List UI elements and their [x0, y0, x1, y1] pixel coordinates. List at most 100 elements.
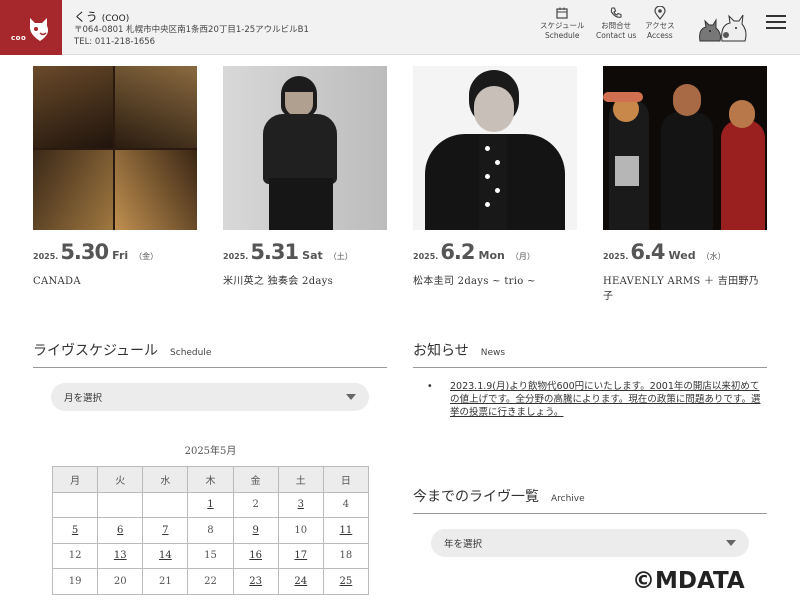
calendar-day: 2 — [232, 491, 279, 518]
event-title[interactable]: HEAVENLY ARMS ＋ 吉田野乃子 — [603, 274, 767, 304]
dropdown-arrow-icon — [346, 394, 356, 400]
calendar-day: 12 — [51, 542, 99, 569]
event-year: 2025. — [223, 252, 249, 261]
calendar-day: 18 — [322, 542, 370, 569]
event-dow-jp: （金） — [134, 252, 159, 261]
calendar-day-link[interactable]: 3 — [277, 491, 324, 518]
nav-contact-jp: お問合せ — [601, 21, 632, 30]
weekday-header: 日 — [322, 466, 370, 493]
phone-icon — [608, 6, 624, 20]
calendar-day-link[interactable]: 14 — [142, 542, 189, 569]
event-photo[interactable] — [33, 66, 197, 230]
event-monthday: 5.30 — [60, 240, 109, 264]
event-title[interactable]: CANADA — [33, 274, 197, 289]
calendar-day-link[interactable]: 17 — [277, 542, 324, 569]
calendar-day-link[interactable]: 25 — [322, 568, 370, 595]
calendar-day-link[interactable]: 16 — [232, 542, 279, 569]
site-logo[interactable]: coo — [0, 0, 62, 55]
news-heading-jp: お知らせ — [413, 343, 469, 359]
archive-heading-jp: 今までのライヴ一覧 — [413, 489, 539, 505]
calendar-day: 10 — [277, 517, 324, 544]
calendar-day-link[interactable]: 13 — [97, 542, 144, 569]
event-date: 2025. 6.4 Wed （水） — [603, 240, 767, 264]
event-dow: Mon — [478, 249, 505, 262]
schedule-heading: ライヴスケジュール Schedule — [33, 340, 387, 368]
calendar-day-link[interactable]: 7 — [142, 517, 189, 544]
site-header: coo くう (COO) 〒064-0801 札幌市中央区南1条西20丁目1-25… — [0, 0, 800, 55]
weekday-header: 月 — [51, 466, 99, 493]
month-select[interactable]: 月を選択 — [51, 383, 369, 411]
calendar-week-row: 19 20 21 22 23 24 25 — [51, 568, 370, 595]
event-photo[interactable] — [603, 66, 767, 230]
calendar-day: 4 — [322, 491, 370, 518]
calendar-caption: 2025年5月 — [184, 446, 237, 457]
event-year: 2025. — [603, 252, 629, 261]
calendar-day-link[interactable]: 11 — [322, 517, 370, 544]
calendar-day-link[interactable]: 23 — [232, 568, 279, 595]
event-card[interactable]: 2025. 5.30 Fri （金） CANADA — [33, 66, 197, 289]
calendar-week-row: 1 2 3 4 — [51, 491, 370, 518]
weekday-header: 木 — [187, 466, 234, 493]
event-dow: Sat — [302, 249, 323, 262]
event-dow-jp: （水） — [701, 252, 726, 261]
calendar-icon — [554, 6, 570, 20]
calendar-week-row: 12 13 14 15 16 17 18 — [51, 542, 370, 569]
event-card[interactable]: 2025. 5.31 Sat （土） 米川英之 独奏会 2days — [223, 66, 387, 289]
nav-schedule[interactable]: スケジュール Schedule — [540, 6, 584, 41]
event-monthday: 6.2 — [440, 240, 475, 264]
shop-address: 〒064-0801 札幌市中央区南1条西20丁目1-25アウルビルB1 — [74, 25, 309, 35]
event-photo[interactable] — [413, 66, 577, 230]
news-heading-en: News — [480, 348, 506, 358]
hamburger-menu-icon[interactable] — [766, 15, 786, 31]
cats-illustration-icon — [699, 14, 747, 42]
month-select-value: 月を選択 — [64, 393, 103, 404]
calendar-day-link[interactable]: 1 — [187, 491, 234, 518]
event-date: 2025. 5.30 Fri （金） — [33, 240, 197, 264]
nav-access-en: Access — [646, 31, 673, 40]
event-dow-jp: （月） — [510, 252, 535, 261]
calendar-header-row: 月 火 水 木 金 土 日 — [51, 466, 370, 493]
shop-address-block: 〒064-0801 札幌市中央区南1条西20丁目1-25アウルビルB1 TEL:… — [74, 24, 309, 48]
nav-contact-en: Contact us — [596, 31, 637, 40]
nav-contact[interactable]: お問合せ Contact us — [596, 6, 636, 41]
news-item-link[interactable]: 2023.1.9(月)より飲物代600円にいたします。2001年の開店以来初めて… — [450, 380, 762, 419]
event-title[interactable]: 松本圭司 2days ~ trio ~ — [413, 274, 577, 289]
event-date: 2025. 5.31 Sat （土） — [223, 240, 387, 264]
schedule-heading-jp: ライヴスケジュール — [33, 343, 159, 359]
event-date: 2025. 6.2 Mon （月） — [413, 240, 577, 264]
calendar-day-empty — [142, 491, 189, 518]
calendar-day: 20 — [97, 568, 144, 595]
logo-text: coo — [11, 34, 27, 42]
archive-heading-en: Archive — [551, 494, 585, 504]
calendar-day: 8 — [187, 517, 234, 544]
event-dow: Wed — [668, 249, 696, 262]
weekday-header: 土 — [277, 466, 324, 493]
event-photo[interactable] — [223, 66, 387, 230]
event-monthday: 6.4 — [630, 240, 665, 264]
year-select-value: 年を選択 — [444, 539, 483, 550]
nav-schedule-en: Schedule — [545, 31, 580, 40]
copyright-watermark: ©MDATA — [632, 568, 745, 594]
calendar-day: 22 — [187, 568, 234, 595]
calendar-day-link[interactable]: 6 — [97, 517, 144, 544]
calendar-day-link[interactable]: 9 — [232, 517, 279, 544]
shop-name-romaji: (COO) — [101, 14, 130, 24]
schedule-heading-en: Schedule — [170, 348, 212, 358]
event-title[interactable]: 米川英之 独奏会 2days — [223, 274, 387, 289]
year-select[interactable]: 年を選択 — [431, 529, 749, 557]
calendar-day-link[interactable]: 24 — [277, 568, 324, 595]
nav-access[interactable]: アクセス Access — [645, 6, 675, 41]
news-heading: お知らせ News — [413, 340, 767, 368]
news-item: • 2023.1.9(月)より飲物代600円にいたします。2001年の開店以来初… — [427, 380, 762, 419]
event-card[interactable]: 2025. 6.2 Mon （月） 松本圭司 2days ~ trio ~ — [413, 66, 577, 289]
weekday-header: 水 — [142, 466, 189, 493]
calendar-day-link[interactable]: 5 — [51, 517, 99, 544]
event-card[interactable]: 2025. 6.4 Wed （水） HEAVENLY ARMS ＋ 吉田野乃子 — [603, 66, 767, 304]
bullet-icon: • — [427, 381, 433, 392]
event-year: 2025. — [33, 252, 59, 261]
shop-name: くう (COO) — [74, 8, 129, 25]
nav-access-jp: アクセス — [645, 21, 675, 30]
calendar-table: 月 火 水 木 金 土 日 1 2 3 4 5 6 7 8 9 10 11 12… — [51, 466, 370, 595]
calendar-day: 21 — [142, 568, 189, 595]
weekday-header: 金 — [232, 466, 279, 493]
